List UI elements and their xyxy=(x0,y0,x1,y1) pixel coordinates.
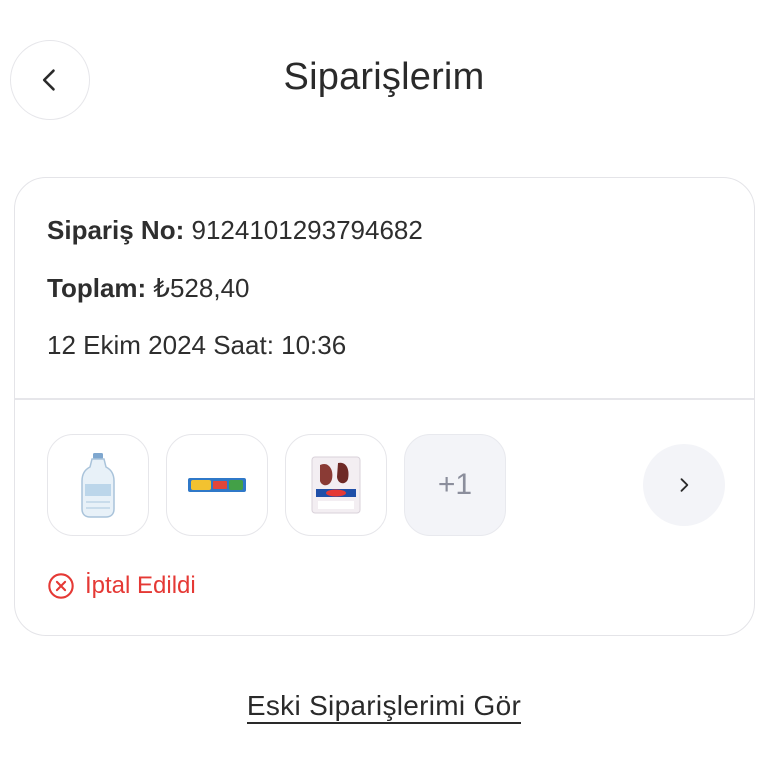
more-products-button[interactable]: +1 xyxy=(404,434,506,536)
cancel-circle-icon xyxy=(48,573,74,599)
order-total-row: Toplam: ₺528,40 xyxy=(47,273,250,304)
order-date: 12 Ekim 2024 Saat: 10:36 xyxy=(47,330,347,360)
product-thumbnail[interactable] xyxy=(47,434,149,536)
order-status: İptal Edildi xyxy=(47,572,196,600)
meat-pack-icon xyxy=(311,456,361,514)
water-bottle-icon xyxy=(81,453,115,518)
order-details-button[interactable] xyxy=(643,444,725,526)
old-orders-link-text[interactable]: Eski Siparişlerimi Gör xyxy=(246,690,522,724)
order-number-label: Sipariş No: xyxy=(47,215,185,245)
more-products-count: +1 xyxy=(437,468,473,501)
page-title: Siparişlerim xyxy=(283,56,485,98)
order-card[interactable]: Sipariş No: 9124101293794682 Toplam: ₺52… xyxy=(14,177,755,636)
product-thumbnail[interactable] xyxy=(166,434,268,536)
order-total-label: Toplam: xyxy=(47,273,147,303)
snack-bar-icon xyxy=(188,478,246,492)
old-orders-link[interactable]: Eski Siparişlerimi Gör xyxy=(0,690,768,724)
order-total-value: ₺528,40 xyxy=(153,273,250,303)
divider xyxy=(15,398,754,400)
order-status-text: İptal Edildi xyxy=(85,572,196,599)
order-number-value: 9124101293794682 xyxy=(191,215,423,245)
product-thumbnail[interactable] xyxy=(285,434,387,536)
chevron-right-icon xyxy=(680,478,689,492)
order-number-row: Sipariş No: 9124101293794682 xyxy=(47,215,423,246)
